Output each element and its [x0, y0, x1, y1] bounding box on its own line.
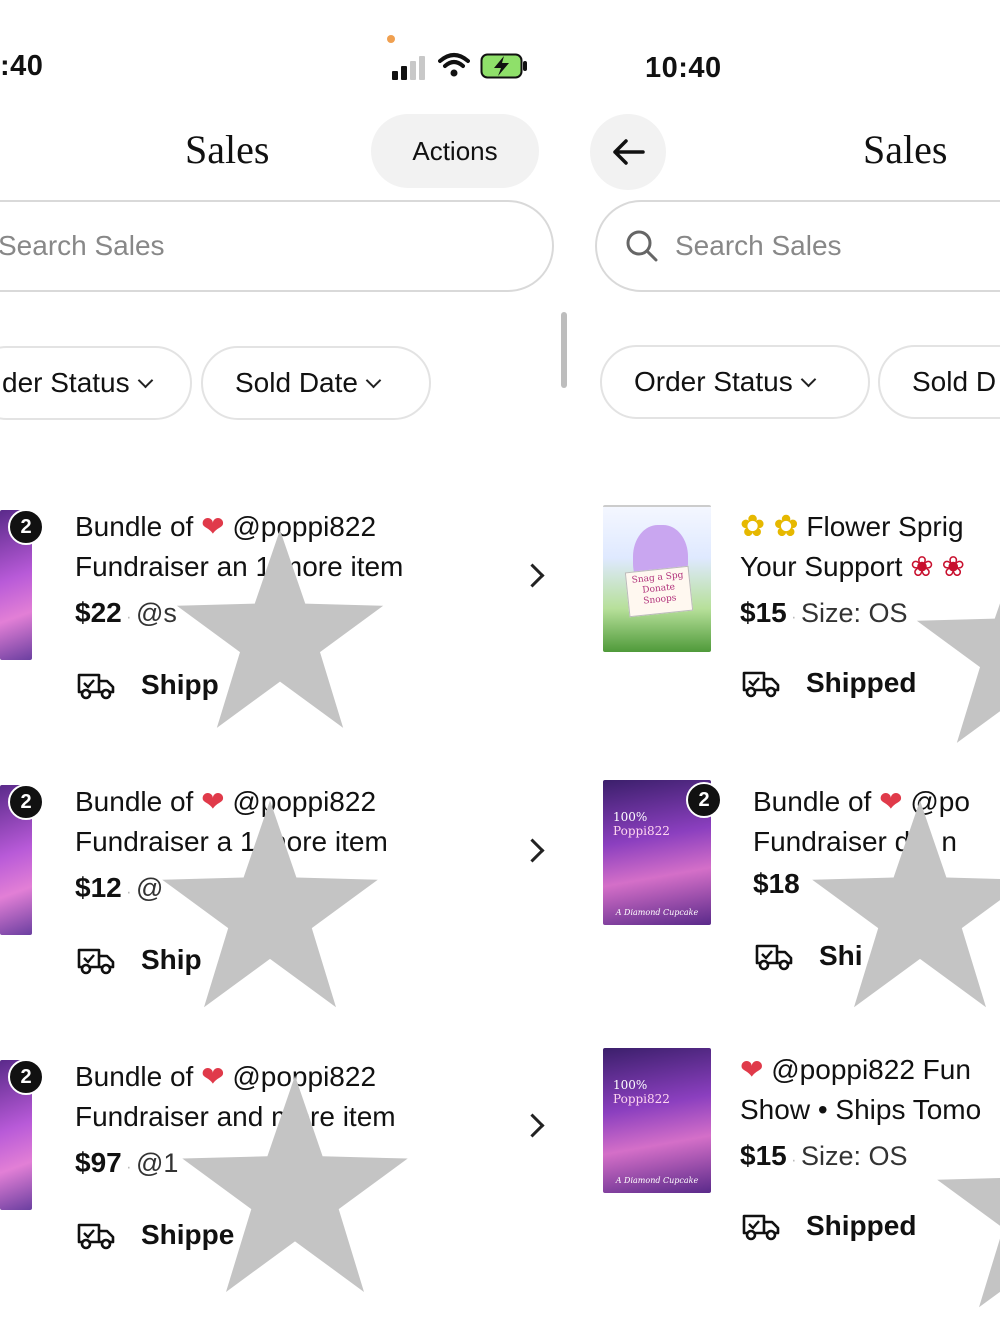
right-screenshot: 10:40 Sales Search Sales Order Status So…: [575, 0, 1000, 1333]
item-price: $18: [753, 868, 800, 899]
item-price: $97: [75, 1147, 122, 1178]
search-placeholder: Search Sales: [0, 230, 165, 261]
truck-icon: [742, 1214, 780, 1241]
item-count-badge: 2: [8, 784, 44, 820]
item-price: $22: [75, 597, 122, 628]
search-input[interactable]: Search Sales: [0, 200, 554, 292]
truck-icon: [77, 1223, 115, 1250]
redaction-star-icon: [182, 1075, 408, 1292]
status-bar-time: :40: [0, 50, 44, 82]
redaction-star-icon: [162, 800, 378, 1008]
item-meta: Size: OS: [800, 1141, 908, 1171]
redaction-star-icon: [812, 800, 1000, 1008]
thumb-caption: 100%: [613, 1078, 648, 1092]
chevron-down-icon: [365, 372, 382, 388]
thumb-caption: 100%: [613, 810, 648, 824]
filter-sold-date[interactable]: Sold D: [878, 345, 1000, 419]
redaction-star-icon: [176, 530, 384, 728]
status-bar-time: 10:40: [645, 52, 722, 84]
search-icon: [626, 230, 658, 262]
item-price: $12: [75, 872, 122, 903]
thumb-caption: A Diamond Cupcake: [615, 908, 699, 917]
item-meta: @1: [135, 1148, 179, 1178]
privacy-indicator-dot: [387, 35, 395, 43]
back-button[interactable]: [590, 114, 666, 190]
filter-order-status[interactable]: der Status: [0, 346, 192, 420]
item-thumbnail: 100% Poppi822 A Diamond Cupcake: [603, 1048, 711, 1193]
chevron-down-icon: [137, 372, 153, 388]
page-title: Sales: [863, 127, 948, 172]
item-count-badge: 2: [686, 782, 722, 818]
filter-sold-date[interactable]: Sold Date: [201, 346, 431, 420]
truck-icon: [77, 673, 115, 700]
item-title-text: Flower Sprig: [806, 511, 964, 542]
redaction-star-icon: [937, 1178, 1000, 1308]
search-input[interactable]: Search Sales: [595, 200, 1000, 292]
item-meta: Size: OS: [800, 598, 908, 628]
actions-button[interactable]: Actions: [371, 114, 539, 188]
chevron-right-icon: [520, 563, 545, 588]
item-count-badge: 2: [8, 1059, 44, 1095]
page-title: Sales: [185, 127, 270, 172]
heart-icon: ❤: [740, 1054, 764, 1085]
filter-label: der Status: [2, 367, 130, 398]
chevron-down-icon: [800, 371, 817, 387]
item-title-text: @poppi822 Fun: [771, 1054, 971, 1085]
sunflower-icon: ✿ ✿: [740, 510, 799, 543]
item-title-text: Bundle of: [75, 1061, 194, 1092]
filter-label: Sold D: [912, 366, 997, 397]
thumb-caption: Poppi822: [613, 824, 670, 838]
item-price: $15: [740, 597, 787, 628]
battery-charging-icon: [480, 53, 528, 84]
chevron-right-icon: [520, 1113, 545, 1138]
scrollbar[interactable]: [561, 312, 567, 388]
truck-icon: [755, 944, 793, 971]
wifi-icon: [438, 52, 470, 83]
search-placeholder: Search Sales: [675, 230, 842, 261]
left-screenshot: :40 Sales Actions Search Sales der Statu…: [0, 0, 575, 1333]
shipping-status: Shipped: [806, 1210, 917, 1241]
truck-icon: [742, 671, 780, 698]
back-arrow-icon: [613, 139, 645, 165]
truck-icon: [77, 948, 115, 975]
shipping-status: Shipped: [806, 667, 917, 698]
filter-label: Order Status: [634, 366, 793, 397]
filter-label: Sold Date: [235, 367, 358, 398]
item-count-badge: 2: [8, 509, 44, 545]
chevron-right-icon: [520, 838, 545, 863]
filter-order-status[interactable]: Order Status: [600, 345, 870, 419]
cellular-signal-icon: [392, 56, 426, 85]
item-subtitle-text: Your Support: [740, 551, 903, 582]
thumb-caption: Poppi822: [613, 1092, 670, 1106]
redaction-star-icon: [916, 603, 1000, 743]
item-thumbnail: Snag a Spg Donate Snoops: [603, 505, 711, 652]
item-price: $15: [740, 1140, 787, 1171]
thumb-caption: A Diamond Cupcake: [615, 1176, 699, 1185]
